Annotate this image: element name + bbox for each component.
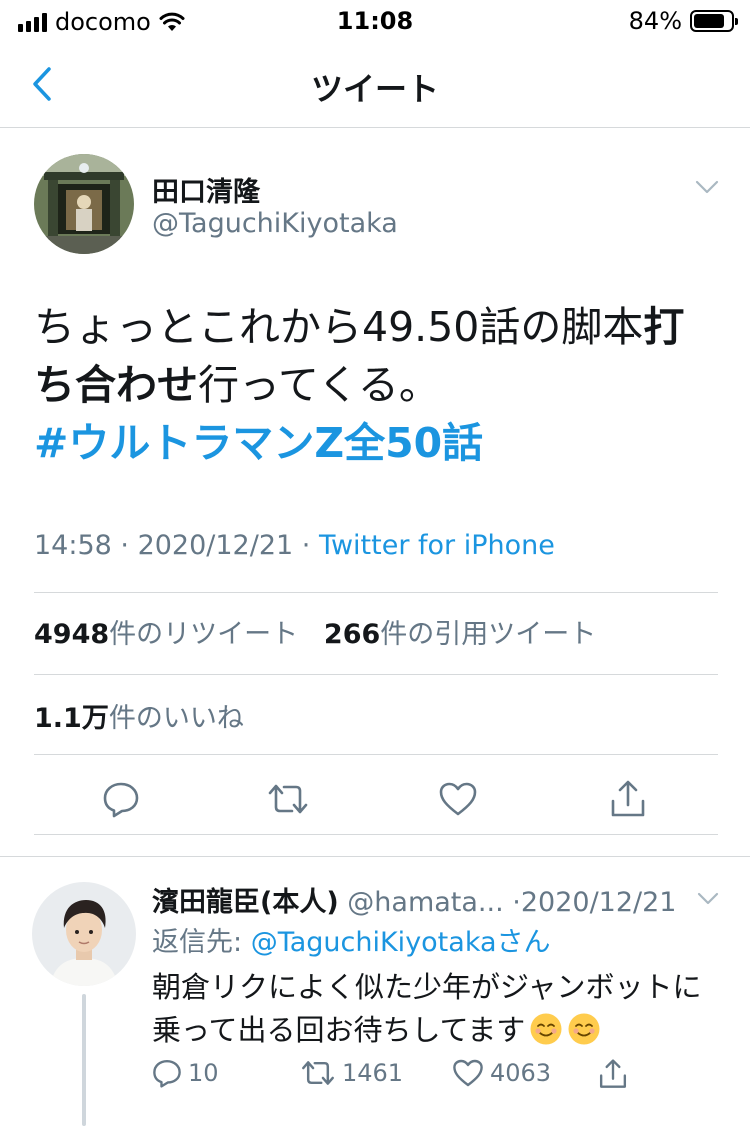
reply-date-sep: · — [512, 887, 521, 918]
avatar-image — [32, 882, 136, 986]
divider — [34, 754, 718, 755]
reply-icon — [103, 782, 139, 818]
author-avatar[interactable] — [34, 154, 134, 254]
retweets-label: 件のリツイート — [109, 619, 299, 650]
battery-percent: 84% — [628, 7, 682, 35]
reply-options-button[interactable] — [694, 884, 722, 912]
tweet-text-bold: 打 — [643, 303, 685, 351]
reply-to-mention[interactable]: @TaguchiKiyotakaさん — [251, 927, 551, 958]
reply-reply-button[interactable]: 10 — [152, 1058, 219, 1088]
quotes-link[interactable]: 266件の引用ツイート — [324, 619, 596, 650]
quotes-label: 件の引用ツイート — [380, 619, 597, 650]
reply-to-prefix: 返信先: — [152, 927, 243, 958]
divider — [34, 834, 718, 835]
battery-fill — [694, 14, 725, 28]
reply-author-name[interactable]: 濱田龍臣(本人) — [152, 887, 339, 918]
reply-retweet-button[interactable]: 1461 — [300, 1058, 403, 1088]
thread-line — [82, 994, 86, 1126]
retweet-icon — [268, 784, 308, 814]
reply-replies-count: 10 — [188, 1059, 219, 1087]
share-icon — [611, 780, 645, 817]
page-title: ツイート — [310, 70, 439, 108]
reply-likes-count: 4063 — [490, 1059, 552, 1087]
share-button[interactable] — [603, 774, 653, 824]
reply-like-button[interactable]: 4063 — [452, 1058, 551, 1088]
battery-icon — [690, 10, 738, 32]
chevron-down-icon — [697, 892, 719, 904]
like-button[interactable] — [433, 774, 483, 824]
retweets-count: 4948 — [34, 619, 110, 650]
retweet-button[interactable] — [263, 774, 313, 824]
tweet-date: 2020/12/21 — [137, 530, 294, 561]
tweet-meta: 14:58 · 2020/12/21 · Twitter for iPhone — [34, 530, 555, 561]
heart-icon — [439, 782, 477, 816]
likes-label: 件のいいね — [108, 703, 244, 734]
tweet-text-part: ちょっとこれから49.50話の脚本 — [34, 303, 644, 351]
likes-count: 1.1万 — [34, 703, 109, 734]
navigation-bar: ツイート — [0, 40, 750, 128]
tweet-source-link[interactable]: Twitter for iPhone — [319, 530, 555, 561]
reply-header: 濱田龍臣(本人) @hamata... ·2020/12/21 — [152, 880, 722, 919]
tweet-text-part: 行ってくる。 — [198, 361, 440, 409]
status-right: 84% — [628, 7, 738, 35]
retweet-stats: 4948件のリツイート 266件の引用ツイート — [34, 612, 596, 651]
tweet-text-bold: ち合わせ — [34, 361, 198, 409]
likes-link[interactable]: 1.1万件のいいね — [34, 696, 244, 735]
chevron-down-icon — [695, 180, 719, 194]
tweet-time: 14:58 — [34, 530, 112, 561]
reply-button[interactable] — [96, 774, 146, 824]
reply-text-body: 朝倉リクによく似た少年がジャンボットに乗って出る回お待ちしてます — [152, 970, 702, 1047]
divider — [34, 674, 718, 675]
share-icon — [599, 1059, 627, 1088]
reply-retweets-count: 1461 — [342, 1059, 404, 1087]
tweet-text: ちょっとこれから49.50話の脚本打ち合わせ行ってくる。 #ウルトラマンZ全50話 — [34, 298, 714, 472]
avatar-image — [34, 154, 134, 254]
tweet-action-bar — [34, 774, 718, 824]
reply-author-handle[interactable]: @hamata... — [347, 887, 503, 918]
hashtag-link[interactable]: #ウルトラマンZ全50話 — [34, 419, 483, 467]
reply-action-bar: 10 1461 4063 — [152, 1058, 722, 1094]
divider — [34, 592, 718, 593]
reply-icon — [153, 1059, 181, 1088]
reply-to-line: 返信先: @TaguchiKiyotakaさん — [152, 920, 551, 959]
status-bar: docomo 11:08 84% — [0, 0, 750, 40]
author-handle[interactable]: @TaguchiKiyotaka — [152, 208, 398, 239]
retweets-link[interactable]: 4948件のリツイート — [34, 619, 298, 650]
reply-text: 朝倉リクによく似た少年がジャンボットに乗って出る回お待ちしてます — [152, 966, 722, 1052]
relieved-face-emoji-icon — [568, 1013, 600, 1045]
author-name[interactable]: 田口清隆 — [152, 170, 260, 209]
reply-author-avatar[interactable] — [32, 882, 136, 986]
battery-cap — [735, 18, 738, 25]
retweet-icon — [302, 1061, 334, 1085]
reply-share-button[interactable] — [598, 1058, 628, 1090]
heart-icon — [453, 1059, 483, 1087]
relieved-face-emoji-icon — [530, 1013, 562, 1045]
reply-date[interactable]: 2020/12/21 — [521, 887, 677, 918]
tweet-options-button[interactable] — [692, 172, 722, 202]
quotes-count: 266 — [323, 619, 381, 650]
section-separator — [0, 856, 750, 857]
